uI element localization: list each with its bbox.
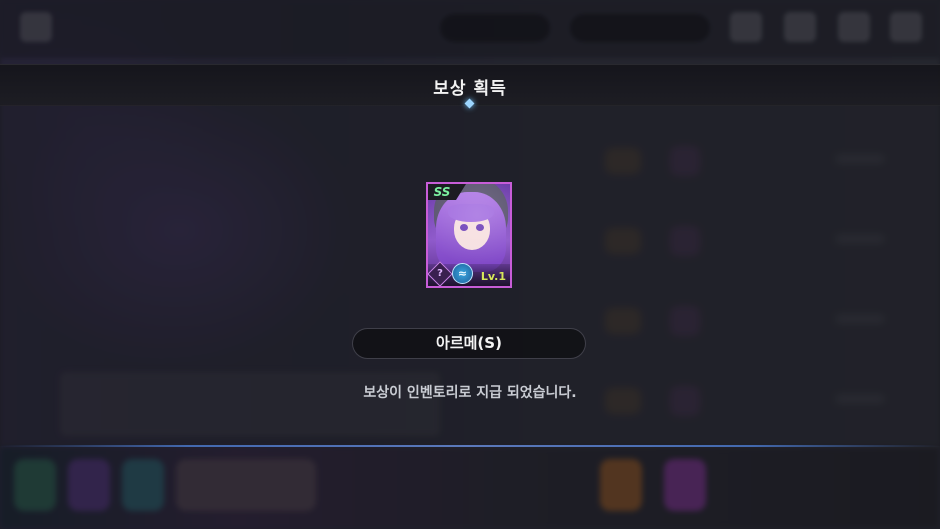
element-icon: ≈ (452, 263, 473, 284)
popup-bottom-divider (0, 445, 940, 447)
reward-character-card[interactable]: SS ? ≈ Lv.1 (426, 182, 512, 288)
reward-message: 보상이 인벤토리로 지급 되었습니다. (363, 385, 577, 401)
item-name-plate: 아르메(S) (352, 328, 586, 359)
grade-badge: SS (428, 184, 456, 200)
popup-title: 보상 획득 (433, 79, 507, 99)
level-label: Lv.1 (480, 270, 506, 283)
